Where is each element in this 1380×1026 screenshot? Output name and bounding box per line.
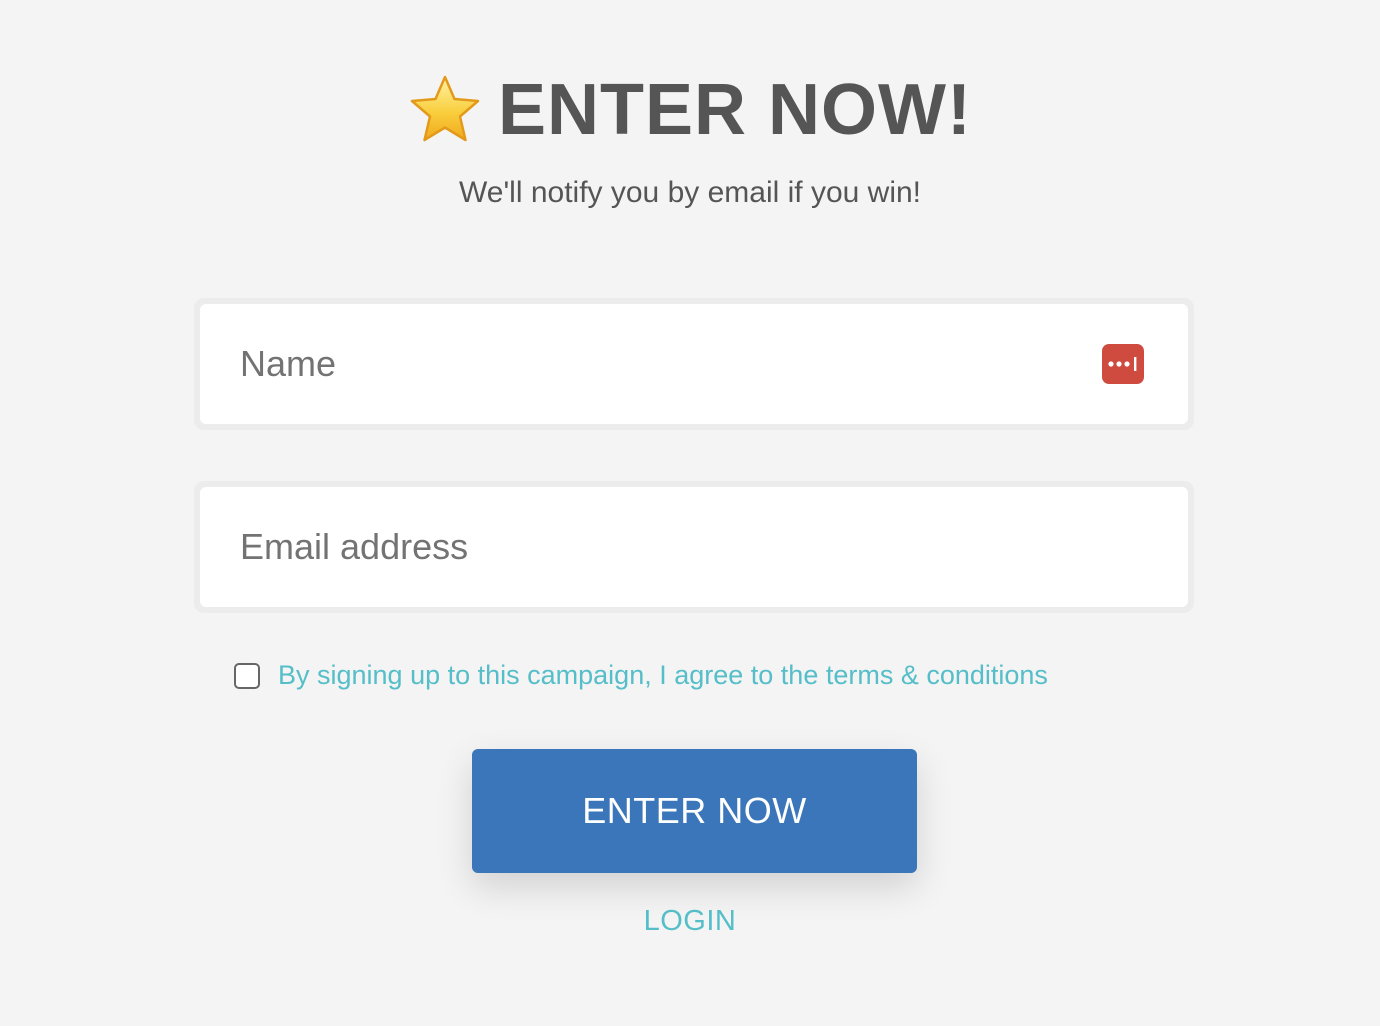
- terms-label[interactable]: By signing up to this campaign, I agree …: [278, 660, 1048, 691]
- name-field-container: [194, 298, 1194, 430]
- login-link[interactable]: LOGIN: [0, 905, 1380, 938]
- header: ENTER NOW!: [0, 70, 1380, 150]
- page-title: ENTER NOW!: [498, 70, 972, 150]
- email-field[interactable]: [200, 487, 1188, 607]
- name-field[interactable]: [200, 304, 1188, 424]
- page-subtitle: We'll notify you by email if you win!: [458, 176, 922, 209]
- password-manager-icon[interactable]: [1102, 344, 1144, 384]
- name-input[interactable]: [238, 342, 1062, 386]
- enter-now-button[interactable]: ENTER NOW: [472, 749, 917, 873]
- star-icon: [408, 73, 482, 147]
- email-field-container: [194, 481, 1194, 613]
- terms-agreement: By signing up to this campaign, I agree …: [234, 660, 1048, 691]
- terms-checkbox[interactable]: [234, 662, 260, 689]
- email-input[interactable]: [238, 525, 1062, 569]
